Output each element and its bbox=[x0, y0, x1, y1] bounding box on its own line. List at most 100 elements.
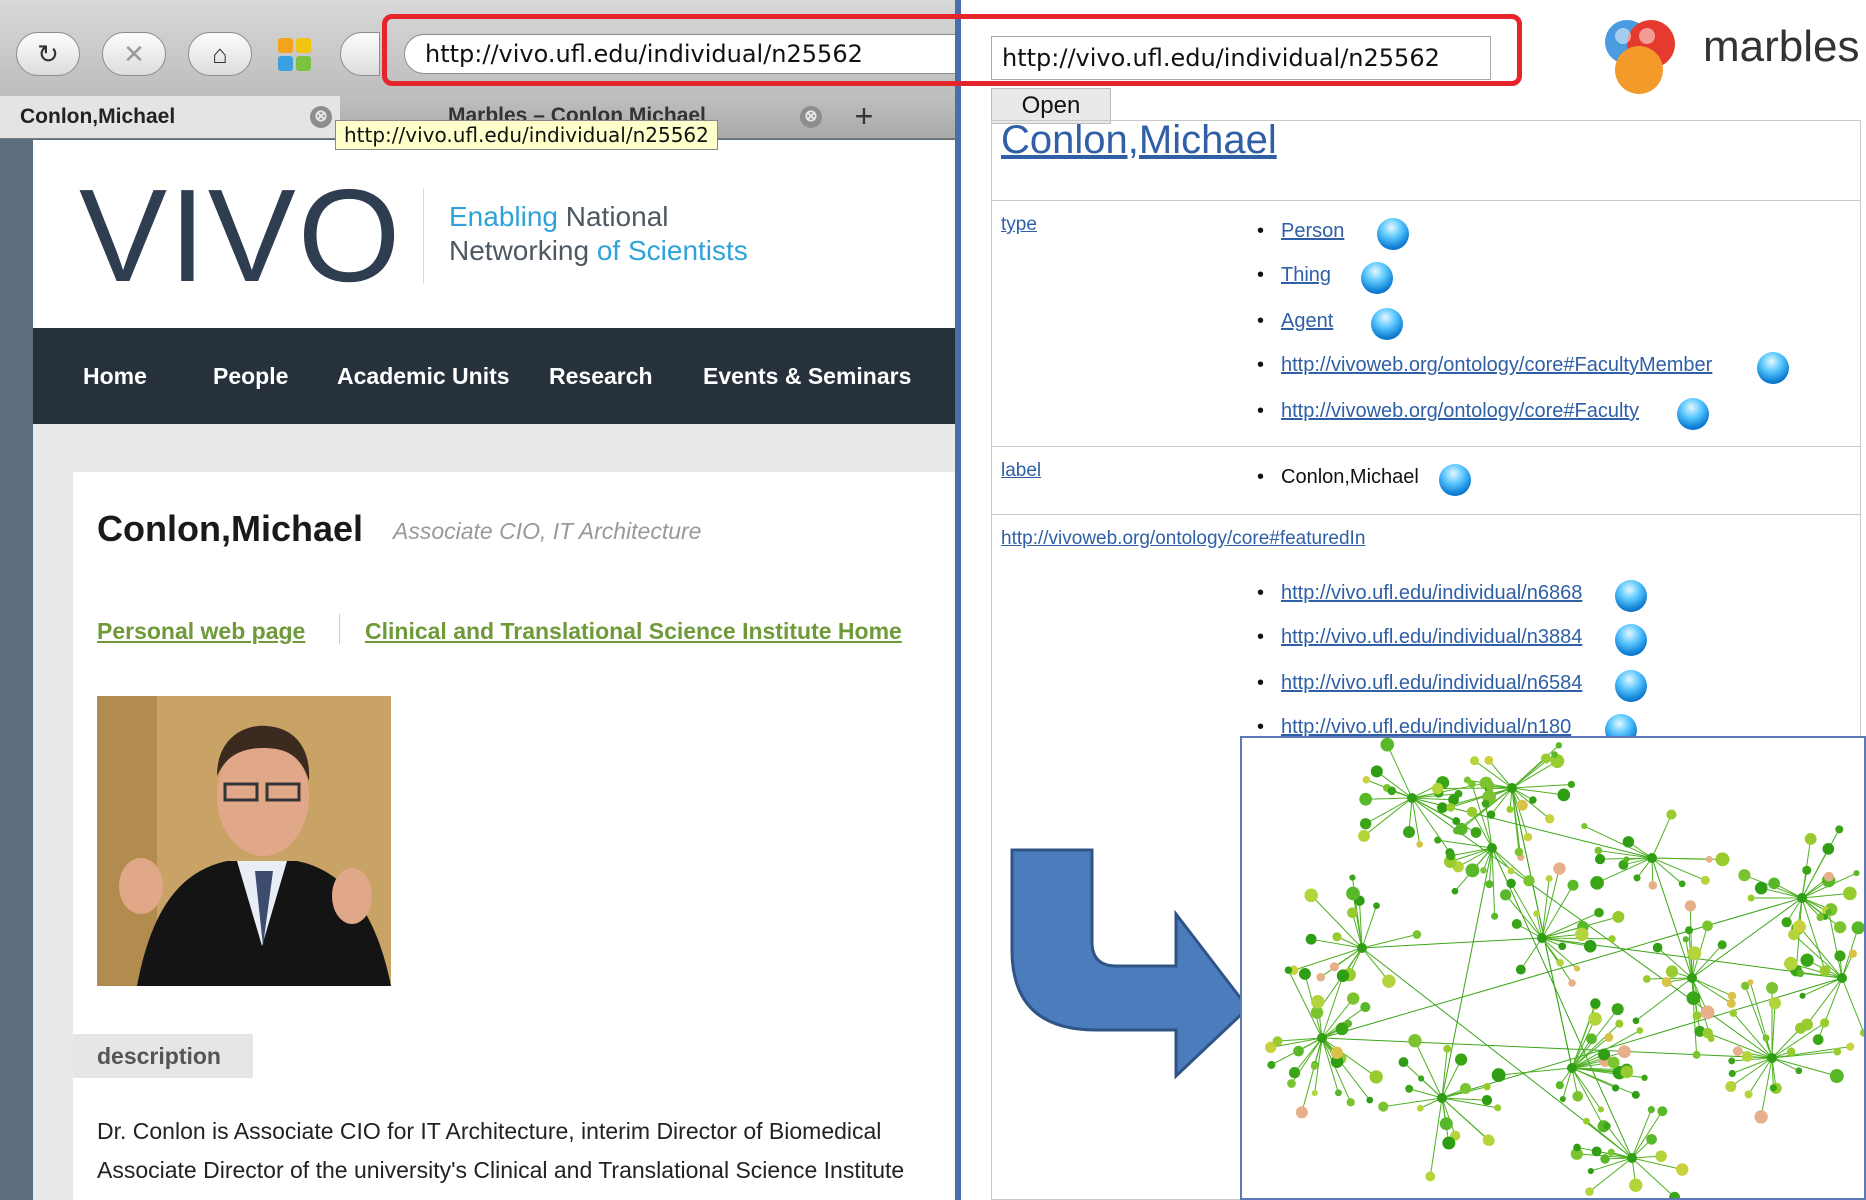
graph-node[interactable] bbox=[1460, 1083, 1472, 1095]
graph-node[interactable] bbox=[1360, 1001, 1371, 1013]
graph-node[interactable] bbox=[1829, 1069, 1844, 1083]
graph-node[interactable] bbox=[1702, 1027, 1714, 1039]
graph-node[interactable] bbox=[1700, 1005, 1715, 1020]
graph-node[interactable] bbox=[1795, 1067, 1803, 1075]
graph-node[interactable] bbox=[1641, 1074, 1648, 1081]
graph-node[interactable] bbox=[1604, 1032, 1614, 1042]
graph-node[interactable] bbox=[1453, 826, 1461, 835]
graph-node[interactable] bbox=[1586, 1033, 1597, 1045]
type-person-link[interactable]: Person bbox=[1281, 220, 1344, 243]
graph-node[interactable] bbox=[1766, 981, 1779, 994]
graph-node[interactable] bbox=[1647, 1106, 1655, 1114]
graph-node[interactable] bbox=[1387, 786, 1397, 796]
graph-node[interactable] bbox=[1738, 869, 1751, 882]
graph-node[interactable] bbox=[1431, 782, 1444, 795]
graph-node[interactable] bbox=[1349, 874, 1356, 881]
graph-node[interactable] bbox=[1437, 802, 1448, 813]
graph-node[interactable] bbox=[1418, 1075, 1425, 1082]
graph-hub-node[interactable] bbox=[1797, 893, 1807, 903]
property-featuredin[interactable]: http://vivoweb.org/ontology/core#feature… bbox=[1001, 528, 1365, 550]
graph-node[interactable] bbox=[1443, 1044, 1452, 1053]
graph-node[interactable] bbox=[1835, 825, 1844, 834]
graph-node[interactable] bbox=[1567, 879, 1579, 891]
graph-node[interactable] bbox=[1316, 972, 1326, 982]
graph-node[interactable] bbox=[1583, 939, 1597, 953]
graph-hub-node[interactable] bbox=[1407, 793, 1417, 803]
graph-node[interactable] bbox=[1788, 928, 1800, 941]
graph-node[interactable] bbox=[1533, 910, 1540, 917]
close-tab-icon[interactable]: ⊗ bbox=[800, 106, 822, 128]
graph-node[interactable] bbox=[1594, 907, 1604, 918]
home-icon[interactable]: ⌂ bbox=[188, 32, 252, 76]
graph-node[interactable] bbox=[1833, 1047, 1842, 1056]
marble-icon[interactable] bbox=[1439, 464, 1471, 496]
graph-node[interactable] bbox=[1629, 1178, 1643, 1192]
graph-node[interactable] bbox=[1669, 1191, 1681, 1200]
graph-hub-node[interactable] bbox=[1437, 1093, 1447, 1103]
graph-node[interactable] bbox=[1465, 863, 1480, 878]
graph-node[interactable] bbox=[1311, 1089, 1318, 1096]
graph-node[interactable] bbox=[1611, 1084, 1620, 1092]
graph-node[interactable] bbox=[1425, 1171, 1436, 1182]
graph-node[interactable] bbox=[1491, 912, 1499, 920]
graph-node[interactable] bbox=[1611, 1003, 1624, 1016]
graph-node[interactable] bbox=[1491, 1068, 1506, 1083]
graph-hub-node[interactable] bbox=[1837, 973, 1847, 983]
type-agent-link[interactable]: Agent bbox=[1281, 310, 1333, 333]
graph-node[interactable] bbox=[1725, 1080, 1737, 1093]
graph-node[interactable] bbox=[1287, 1079, 1296, 1088]
graph-node[interactable] bbox=[1311, 994, 1325, 1009]
featured-link[interactable]: http://vivo.ufl.edu/individual/n3884 bbox=[1281, 626, 1582, 649]
graph-node[interactable] bbox=[1612, 910, 1625, 923]
graph-node[interactable] bbox=[1310, 1062, 1318, 1070]
nav-home[interactable]: Home bbox=[83, 328, 147, 424]
graph-node[interactable] bbox=[1754, 1110, 1768, 1124]
graph-node[interactable] bbox=[1796, 969, 1805, 978]
graph-node[interactable] bbox=[1741, 1050, 1753, 1062]
graph-node[interactable] bbox=[1511, 918, 1522, 929]
graph-node[interactable] bbox=[1816, 913, 1825, 922]
graph-node[interactable] bbox=[1729, 1009, 1738, 1017]
graph-hub-node[interactable] bbox=[1687, 973, 1697, 983]
graph-node[interactable] bbox=[1675, 1163, 1689, 1176]
graph-node[interactable] bbox=[1631, 1090, 1640, 1099]
graph-node[interactable] bbox=[1336, 969, 1350, 982]
graph-node[interactable] bbox=[1848, 949, 1858, 958]
graph-node[interactable] bbox=[1657, 1106, 1668, 1117]
graph-node[interactable] bbox=[1466, 806, 1478, 817]
graph-node[interactable] bbox=[1481, 1095, 1493, 1106]
graph-node[interactable] bbox=[1514, 847, 1524, 857]
graph-node[interactable] bbox=[1661, 977, 1672, 988]
property-type[interactable]: type bbox=[1001, 214, 1037, 236]
graph-node[interactable] bbox=[1558, 942, 1567, 951]
graph-node[interactable] bbox=[1769, 1084, 1777, 1092]
graph-node[interactable] bbox=[1692, 1011, 1702, 1021]
graph-node[interactable] bbox=[1555, 742, 1563, 749]
graph-node[interactable] bbox=[1454, 1053, 1468, 1066]
graph-node[interactable] bbox=[1346, 886, 1360, 901]
graph-node[interactable] bbox=[1585, 1187, 1594, 1196]
ctsi-home-link[interactable]: Clinical and Translational Science Insti… bbox=[365, 618, 902, 645]
graph-node[interactable] bbox=[1800, 953, 1814, 967]
graph-node[interactable] bbox=[1655, 1150, 1667, 1162]
graph-node[interactable] bbox=[1347, 907, 1358, 919]
network-graph[interactable] bbox=[1240, 736, 1866, 1200]
graph-node[interactable] bbox=[1786, 1047, 1796, 1057]
graph-node[interactable] bbox=[1754, 881, 1768, 895]
graph-node[interactable] bbox=[1545, 814, 1555, 824]
type-thing-link[interactable]: Thing bbox=[1281, 264, 1331, 287]
graph-node[interactable] bbox=[1293, 1045, 1304, 1057]
graph-node[interactable] bbox=[1615, 1019, 1624, 1028]
graph-hub-node[interactable] bbox=[1567, 1063, 1577, 1073]
graph-node[interactable] bbox=[1267, 1060, 1276, 1069]
graph-node[interactable] bbox=[1470, 827, 1482, 838]
graph-node[interactable] bbox=[1439, 1117, 1453, 1131]
graph-node[interactable] bbox=[1500, 889, 1512, 901]
graph-node[interactable] bbox=[1362, 776, 1370, 784]
graph-node[interactable] bbox=[1480, 867, 1487, 874]
bookmarks-button[interactable] bbox=[340, 32, 380, 76]
graph-node[interactable] bbox=[1515, 964, 1526, 975]
graph-node[interactable] bbox=[1416, 1104, 1424, 1112]
graph-node[interactable] bbox=[1747, 979, 1754, 986]
graph-hub-node[interactable] bbox=[1767, 1053, 1777, 1063]
